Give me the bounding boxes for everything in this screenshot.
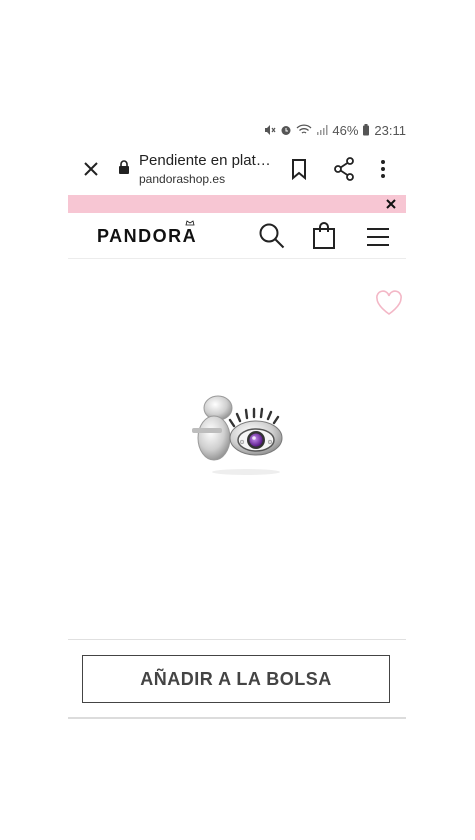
lock-icon — [118, 160, 130, 174]
pandora-logo[interactable]: PANDORA — [97, 220, 198, 247]
close-icon[interactable] — [384, 197, 398, 211]
status-bar: 46% 23:11 — [264, 120, 406, 140]
browser-toolbar: Pendiente en plat… pandorashop.es — [68, 148, 406, 192]
logo-text: PANDORA — [97, 226, 198, 246]
crown-icon — [185, 220, 195, 226]
clock: 23:11 — [374, 122, 406, 138]
divider — [68, 639, 406, 640]
battery-icon — [362, 124, 370, 136]
more-icon[interactable] — [378, 158, 388, 180]
menu-icon[interactable] — [366, 226, 390, 248]
phone-screen: 46% 23:11 Pendiente en plat… pandorashop… — [68, 112, 406, 732]
promo-banner — [68, 195, 406, 213]
add-to-bag-button[interactable]: AÑADIR A LA BOLSA — [82, 655, 390, 703]
divider — [68, 717, 406, 719]
share-icon[interactable] — [333, 157, 355, 181]
signal-icon — [316, 124, 328, 136]
mute-icon — [264, 124, 276, 136]
alarm-icon — [280, 124, 292, 136]
search-icon[interactable] — [258, 222, 286, 250]
bookmark-icon[interactable] — [289, 158, 309, 181]
close-icon[interactable] — [80, 158, 102, 180]
url-host[interactable]: pandorashop.es — [139, 172, 225, 186]
product-image[interactable] — [186, 388, 290, 478]
bag-icon[interactable] — [312, 222, 336, 250]
heart-icon[interactable] — [375, 290, 403, 316]
battery-percent: 46% — [332, 122, 359, 138]
wifi-icon — [296, 124, 312, 136]
site-header: PANDORA — [68, 216, 406, 259]
page-title[interactable]: Pendiente en plat… — [139, 152, 271, 169]
